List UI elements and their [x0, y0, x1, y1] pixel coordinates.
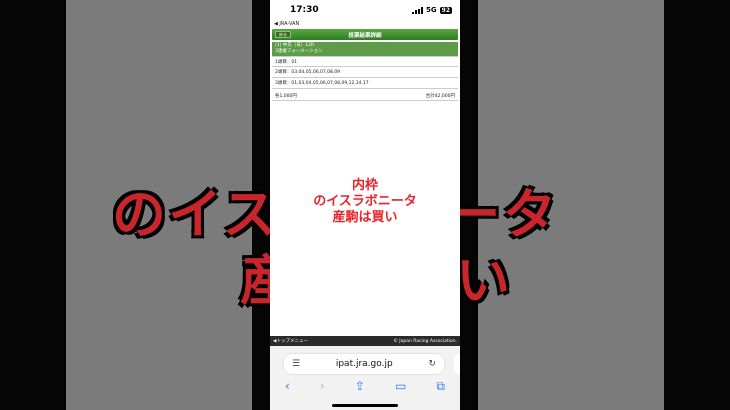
selection-value: 03,04,05,06,07,08,09	[291, 70, 341, 75]
page-header: 戻る 投票結果詳細	[272, 29, 458, 40]
selection-label: 2頭目：	[275, 70, 292, 75]
totals-row: 各1,000円 合計42,000円	[272, 91, 458, 101]
signal-icon	[412, 6, 424, 14]
selection-row: 1頭目：01	[272, 56, 458, 67]
address-bar[interactable]: ☰ ipat.jra.go.jp ↻	[284, 354, 444, 374]
selection-label: 1頭目：	[275, 60, 292, 65]
overlay-line2: のイスラボニータ	[313, 194, 417, 209]
overlay-line3: 産駒は買い	[332, 210, 398, 225]
race-info: (1) 中京（日）12R 3連複フォーメーション	[272, 42, 458, 56]
video-frame: のイスラボニータ 産駒は買い 17:30 5G 92 ◀ JRA-VAN 戻る …	[0, 0, 730, 410]
share-icon[interactable]: ⇪	[355, 379, 365, 393]
back-to-app-link[interactable]: ◀ JRA-VAN	[270, 20, 460, 28]
top-menu-link[interactable]: ◀トップメニュー	[273, 338, 308, 344]
battery-icon: 92	[439, 6, 452, 14]
selection-row: 2頭目：03,04,05,06,07,08,09	[272, 67, 458, 78]
back-arrow-icon[interactable]: ‹	[285, 379, 290, 393]
selection-value: 01	[291, 60, 298, 65]
network-label: 5G	[426, 6, 437, 14]
forward-arrow-icon[interactable]: ›	[320, 379, 325, 393]
each-amount: 各1,000円	[275, 94, 297, 99]
page-footer: ◀トップメニュー © Japan Racing Association.	[270, 336, 460, 346]
overlay-line1: 内枠	[351, 178, 378, 193]
status-time: 17:30	[290, 5, 319, 15]
bookmarks-icon[interactable]: ▭	[395, 379, 406, 393]
bet-type: 3連複フォーメーション	[275, 49, 323, 54]
page-menu-icon[interactable]: ☰	[292, 359, 300, 369]
next-tab-peek[interactable]	[454, 354, 460, 374]
reload-icon[interactable]: ↻	[428, 359, 436, 369]
page-title: 投票結果詳細	[348, 32, 382, 39]
phone-screen: 17:30 5G 92 ◀ JRA-VAN 戻る 投票結果詳細 (1) 中京（日…	[270, 0, 460, 410]
total-amount: 合計42,000円	[425, 94, 455, 99]
tabs-icon[interactable]: ⧉	[436, 379, 445, 394]
overlay-caption: 内枠 のイスラボニータ 産駒は買い	[270, 178, 460, 226]
selection-label: 3頭目：	[275, 81, 292, 86]
back-button[interactable]: 戻る	[275, 31, 291, 38]
browser-chrome: ☰ ipat.jra.go.jp ↻ ‹ › ⇪ ▭ ⧉	[270, 346, 460, 410]
copyright: © Japan Racing Association.	[393, 338, 457, 344]
url-text: ipat.jra.go.jp	[335, 359, 393, 369]
selection-value: 01,03,04,05,06,07,08,09,12,14,17	[291, 81, 369, 86]
home-indicator	[332, 404, 398, 407]
status-bar: 17:30 5G 92	[270, 0, 460, 20]
selection-row: 3頭目：01,03,04,05,06,07,08,09,12,14,17	[272, 78, 458, 89]
browser-toolbar: ‹ › ⇪ ▭ ⧉	[270, 376, 460, 396]
